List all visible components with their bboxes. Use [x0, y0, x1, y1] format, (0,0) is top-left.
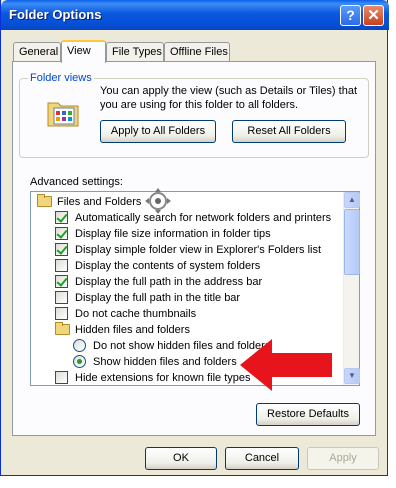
- checkbox[interactable]: [55, 291, 68, 304]
- radio-button[interactable]: [73, 339, 86, 352]
- folder-icon: [37, 194, 52, 207]
- annotation-arrow-icon: [240, 339, 332, 391]
- tab-view[interactable]: View: [61, 40, 106, 63]
- checkbox[interactable]: [55, 307, 68, 320]
- advanced-scrollbar[interactable]: ▲ ▼: [343, 192, 360, 385]
- apply-to-all-folders-button[interactable]: Apply to All Folders: [100, 120, 216, 143]
- advanced-settings-label: Advanced settings:: [30, 176, 123, 188]
- restore-defaults-button[interactable]: Restore Defaults: [256, 403, 360, 426]
- reset-all-folders-button[interactable]: Reset All Folders: [232, 120, 346, 143]
- radio-button[interactable]: [73, 355, 86, 368]
- title-bar[interactable]: Folder Options ? ✕: [1, 0, 389, 30]
- tab-file-types[interactable]: File Types: [106, 42, 164, 62]
- folder-views-label: Folder views: [28, 72, 94, 84]
- apply-button: Apply: [307, 447, 379, 470]
- folder-views-group: Folder views You can apply the view (suc…: [19, 72, 369, 158]
- ok-button[interactable]: OK: [145, 447, 217, 470]
- window-title: Folder Options: [9, 7, 102, 22]
- close-button[interactable]: ✕: [363, 5, 384, 26]
- move-cursor-icon: [145, 188, 171, 214]
- scroll-up-button[interactable]: ▲: [344, 192, 360, 208]
- folder-icon: [55, 322, 70, 335]
- checkbox[interactable]: [55, 259, 68, 272]
- tab-offline-files[interactable]: Offline Files: [164, 42, 230, 62]
- checkbox[interactable]: [55, 275, 68, 288]
- checkbox[interactable]: [55, 371, 68, 384]
- scroll-down-button[interactable]: ▼: [344, 368, 360, 384]
- checkbox[interactable]: [55, 227, 68, 240]
- checkbox[interactable]: [55, 211, 68, 224]
- checkbox[interactable]: [55, 243, 68, 256]
- scroll-thumb[interactable]: [344, 209, 360, 275]
- folder-views-description: You can apply the view (such as Details …: [100, 85, 358, 111]
- tab-general[interactable]: General: [13, 42, 61, 62]
- folder-views-icon: [47, 102, 79, 127]
- cancel-button[interactable]: Cancel: [225, 447, 299, 470]
- help-button[interactable]: ?: [340, 5, 361, 26]
